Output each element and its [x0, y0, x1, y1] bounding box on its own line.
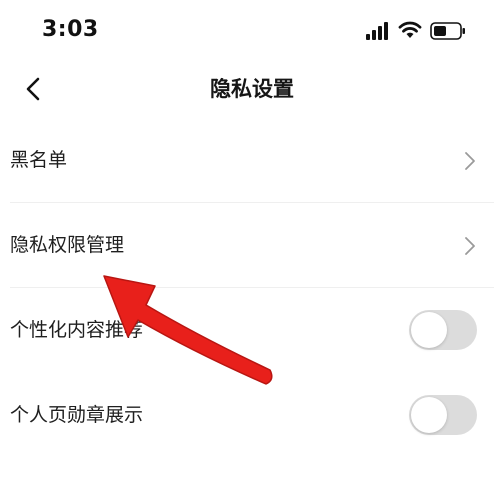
row-label: 黑名单	[10, 149, 68, 171]
badge-display-toggle[interactable]	[409, 395, 477, 435]
status-bar: 3:03	[0, 0, 504, 62]
privacy-permissions-row[interactable]: 隐私权限管理	[0, 203, 504, 288]
battery-icon	[430, 22, 465, 40]
status-time: 3:03	[42, 17, 99, 42]
settings-list: 黑名单 隐私权限管理 个性化内容推荐 个人页勋章展示	[0, 118, 504, 458]
chevron-right-icon	[465, 152, 475, 170]
row-label: 个性化内容推荐	[10, 319, 144, 341]
signal-icon	[366, 22, 388, 40]
row-label: 个人页勋章展示	[10, 404, 144, 426]
page-title: 隐私设置	[210, 77, 294, 101]
nav-bar: 隐私设置	[0, 62, 504, 116]
wifi-icon	[398, 21, 422, 38]
row-label: 隐私权限管理	[10, 234, 125, 256]
chevron-right-icon	[465, 237, 475, 255]
badge-display-row: 个人页勋章展示	[0, 373, 504, 458]
personalized-content-toggle[interactable]	[409, 310, 477, 350]
personalized-content-row: 个性化内容推荐	[0, 288, 504, 373]
toggle-knob	[411, 312, 447, 348]
toggle-knob	[411, 397, 447, 433]
blacklist-row[interactable]: 黑名单	[0, 118, 504, 203]
